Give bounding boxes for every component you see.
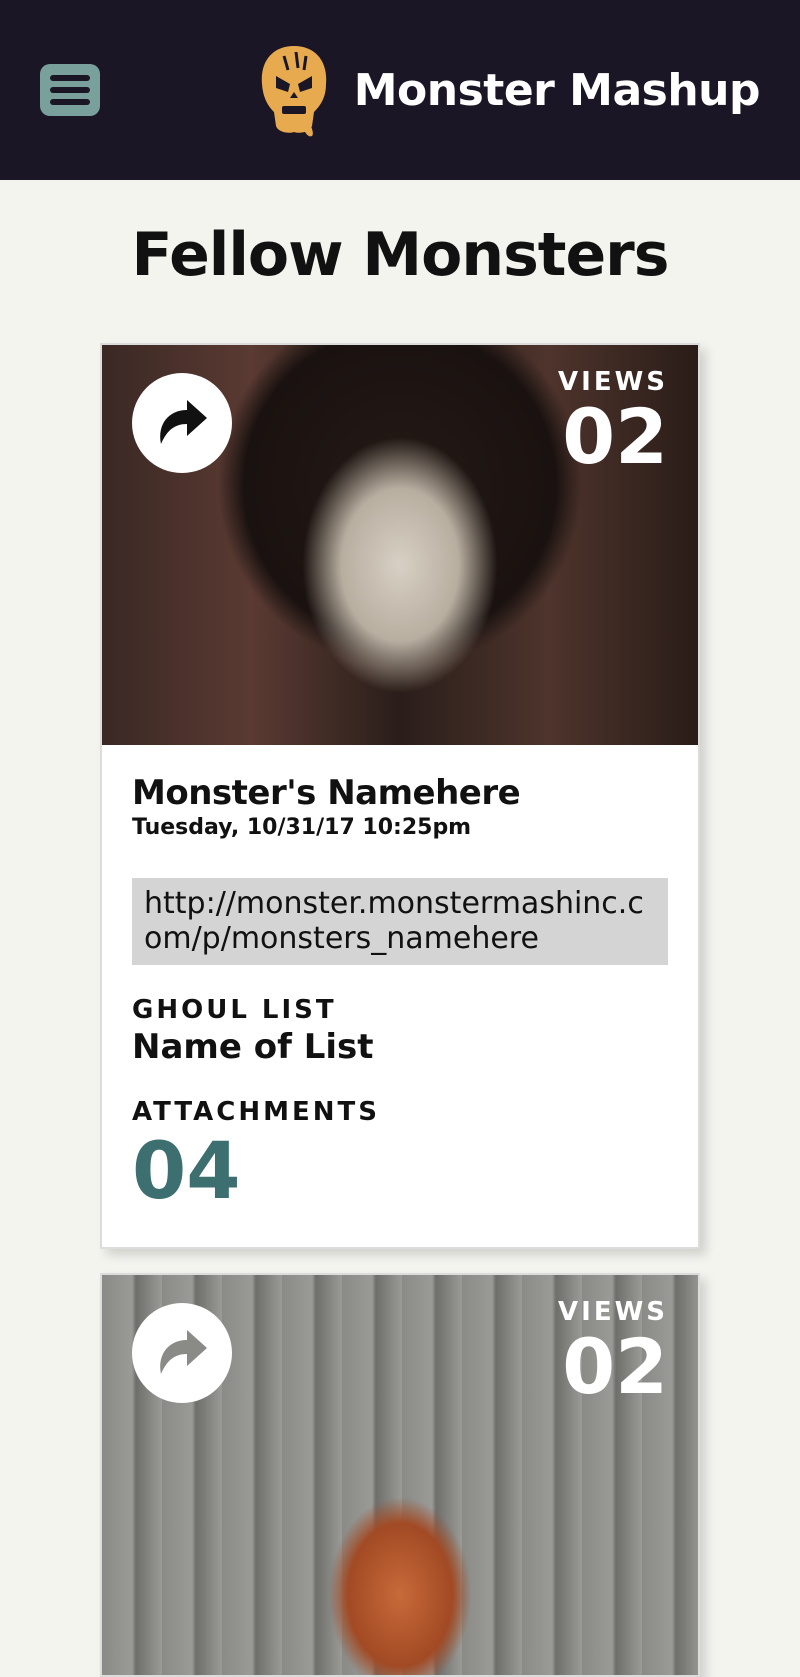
card-body: Monster's Namehere Tuesday, 10/31/17 10:… (102, 745, 698, 1247)
monster-photo[interactable]: VIEWS 02 (102, 1275, 698, 1675)
skull-logo-icon (261, 46, 326, 137)
attachments-count[interactable]: 04 (132, 1133, 668, 1211)
attachments-label: ATTACHMENTS (132, 1096, 380, 1127)
monster-card[interactable]: VIEWS 02 (100, 1273, 700, 1677)
share-arrow-glyph (160, 400, 207, 444)
monster-card[interactable]: VIEWS 02 Monster's Namehere Tuesday, 10/… (100, 343, 700, 1249)
share-arrow-icon[interactable] (132, 373, 232, 473)
views-count: 02 (562, 1322, 668, 1411)
monster-url[interactable]: http://monster.monstermashinc.com/p/mons… (132, 878, 668, 965)
share-arrow-glyph (160, 1330, 207, 1374)
brand[interactable]: Monster Mashup (254, 40, 761, 140)
monster-name[interactable]: Monster's Namehere (132, 773, 668, 813)
app-header: Monster Mashup (0, 0, 800, 180)
monster-photo[interactable]: VIEWS 02 (102, 345, 698, 745)
ghoul-list-name[interactable]: Name of List (132, 1027, 668, 1067)
share-arrow-icon[interactable] (132, 1303, 232, 1403)
views-counter: VIEWS 02 (558, 1297, 668, 1405)
brand-name: Monster Mashup (353, 64, 761, 116)
monster-date: Tuesday, 10/31/17 10:25pm (132, 815, 472, 840)
page-title: Fellow Monsters (131, 220, 670, 290)
ghoul-list-label: GHOUL LIST (132, 994, 337, 1025)
hamburger-menu-icon[interactable] (40, 64, 100, 116)
views-counter: VIEWS 02 (558, 367, 668, 475)
views-count: 02 (562, 392, 668, 481)
